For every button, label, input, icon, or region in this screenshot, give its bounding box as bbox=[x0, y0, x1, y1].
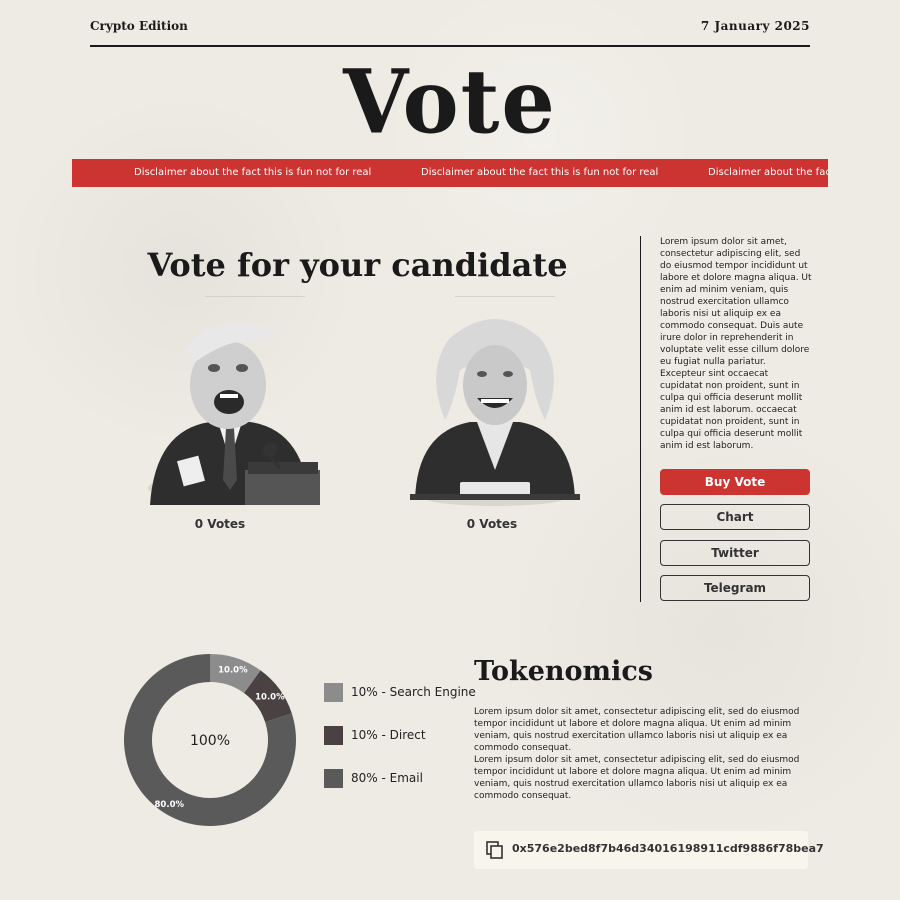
telegram-button[interactable]: Telegram bbox=[660, 575, 810, 601]
chart-button[interactable]: Chart bbox=[660, 504, 810, 530]
copy-icon[interactable] bbox=[486, 841, 504, 859]
masthead-title: Vote bbox=[343, 49, 557, 154]
contract-address[interactable]: 0x576e2bed8f7b46d34016198911cdf9886f78be… bbox=[512, 842, 824, 855]
legend-label: 10% - Direct bbox=[351, 728, 426, 742]
title-underline bbox=[205, 296, 305, 297]
vote-section-title: Vote for your candidate bbox=[147, 246, 568, 284]
candidate-vote-count: 0 Votes bbox=[466, 517, 518, 531]
buy-vote-button[interactable]: Buy Vote bbox=[660, 469, 810, 495]
legend-label: 10% - Search Engine bbox=[351, 685, 476, 699]
donut-center-label: 100% bbox=[190, 733, 230, 749]
disclaimer-text: Disclaimer about the fact this is fun no… bbox=[421, 167, 659, 178]
legend-label: 80% - Email bbox=[351, 771, 423, 785]
candidate-vote-count: 0 Votes bbox=[194, 517, 246, 531]
edition-label: Crypto Edition bbox=[90, 19, 188, 33]
disclaimer-banner: Disclaimer about the fact this is fun no… bbox=[72, 159, 828, 187]
tokenomics-paragraph: Lorem ipsum dolor sit amet, consectetur … bbox=[474, 755, 800, 801]
tokenomics-title: Tokenomics bbox=[474, 656, 653, 687]
header-divider bbox=[90, 45, 810, 47]
male-candidate-caricature-icon[interactable] bbox=[140, 310, 320, 510]
column-divider bbox=[640, 236, 641, 602]
legend-swatch bbox=[324, 769, 343, 788]
donut-slice-label: 10.0% bbox=[255, 693, 285, 703]
tokenomics-description: Lorem ipsum dolor sit amet, consectetur … bbox=[474, 706, 814, 802]
female-candidate-caricature-icon[interactable] bbox=[405, 310, 585, 510]
disclaimer-text: Disclaimer about the fact this is fun no… bbox=[708, 167, 828, 178]
sidebar-description: Lorem ipsum dolor sit amet, consectetur … bbox=[660, 237, 812, 451]
date-label: 7 January 2025 bbox=[700, 19, 810, 33]
contract-address-box[interactable]: 0x576e2bed8f7b46d34016198911cdf9886f78be… bbox=[474, 831, 824, 869]
donut-slice-label: 10.0% bbox=[218, 666, 248, 676]
allocation-donut-chart: 10.0% 10.0% 80.0% 100% bbox=[124, 654, 296, 826]
title-underline bbox=[455, 296, 555, 297]
twitter-button[interactable]: Twitter bbox=[660, 540, 810, 566]
disclaimer-text: Disclaimer about the fact this is fun no… bbox=[134, 167, 372, 178]
legend-swatch bbox=[324, 726, 343, 745]
legend-swatch bbox=[324, 683, 343, 702]
tokenomics-paragraph: Lorem ipsum dolor sit amet, consectetur … bbox=[474, 707, 800, 753]
donut-slice-label: 80.0% bbox=[155, 800, 185, 810]
